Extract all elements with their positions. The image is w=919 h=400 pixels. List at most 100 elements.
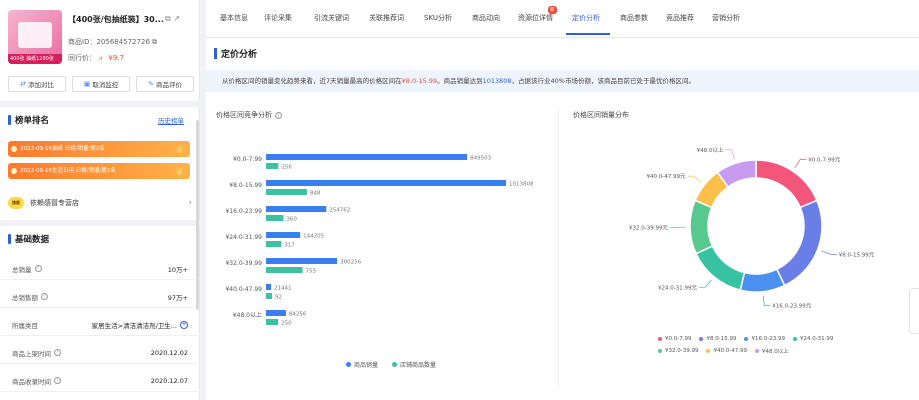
tab-competitor-recommend[interactable]: 竞品推荐 bbox=[666, 13, 694, 23]
pricing-analysis-panel: 定价分析 从价格区间的销量变化趋势来看，近7天销量最高的价格区间在¥8.0-15… bbox=[206, 38, 919, 400]
slice-leader-line bbox=[821, 250, 837, 255]
tab-reviews[interactable]: 评论采集 bbox=[264, 13, 292, 23]
bar-sales[interactable] bbox=[266, 206, 327, 212]
slice-leader-line bbox=[687, 175, 702, 183]
data-row-label: 总销售额 bbox=[12, 293, 38, 302]
ranking-bar[interactable]: 2022-09-16生活日用 日榜/销量/第2名 ♛ bbox=[8, 163, 190, 179]
donut-legend-item[interactable]: ¥16.0-23.99 bbox=[744, 336, 785, 342]
active-tab-indicator bbox=[566, 33, 610, 35]
bar-sales-value: 21441 bbox=[274, 286, 292, 292]
donut-slice[interactable] bbox=[755, 159, 818, 209]
product-sidebar: 400张 抽纸1280张 【400张/包抽纸装】30... ⧉ ↗ 商品ID：2… bbox=[0, 0, 200, 400]
bar-shops[interactable] bbox=[266, 267, 303, 273]
tab-sku-analysis[interactable]: SKU分析 bbox=[424, 13, 452, 23]
tab-related-keywords[interactable]: 关联推荐词 bbox=[369, 13, 404, 23]
category-label: ¥32.0-39.99 bbox=[225, 260, 262, 267]
sidebar-scrollbar[interactable] bbox=[196, 120, 199, 310]
legend-dot bbox=[706, 349, 711, 353]
tab-bar: 基本信息 评论采集 引流关键词 关联推荐词 SKU分析 商品动向 资源位详情 新… bbox=[206, 0, 919, 38]
donut-legend-item[interactable]: ¥32.0-39.99 bbox=[658, 347, 698, 355]
add-compare-button[interactable]: ⇄ 添加对比 bbox=[8, 76, 66, 92]
bar-sales[interactable] bbox=[266, 232, 301, 238]
product-image[interactable]: 400张 抽纸1280张 bbox=[8, 10, 62, 64]
summary-range: ¥8.0-15.99 bbox=[401, 77, 438, 85]
slice-label: ¥16.0-23.99元 bbox=[772, 303, 811, 310]
category-label: ¥16.0-23.99 bbox=[225, 208, 262, 215]
legend-item-sales[interactable]: 商品销量 bbox=[346, 360, 378, 369]
legend-label: 店铺商品数量 bbox=[400, 362, 437, 369]
bar-shops[interactable] bbox=[266, 293, 272, 299]
product-review-button[interactable]: ✎ 商品评价 bbox=[136, 76, 194, 92]
bar-shops[interactable] bbox=[266, 163, 279, 169]
product-id: 商品ID：205684572726 ⧉ bbox=[68, 37, 157, 47]
pricing-summary: 从价格区间的销量变化趋势来看，近7天销量最高的价格区间在¥8.0-15.99。商… bbox=[206, 70, 919, 92]
tab-pricing-analysis[interactable]: 定价分析 bbox=[572, 13, 600, 23]
bar-sales[interactable] bbox=[266, 154, 468, 160]
donut-legend-item[interactable]: ¥48.0以上 bbox=[754, 347, 789, 355]
product-image-ribbon: 400张 抽纸1280张 bbox=[8, 54, 62, 64]
floating-side-tool[interactable] bbox=[909, 288, 919, 334]
slice-label: ¥48.0以上 bbox=[697, 146, 724, 154]
trend-icon: ⩘ bbox=[98, 54, 103, 62]
donut-slice[interactable] bbox=[689, 199, 714, 255]
divider bbox=[0, 101, 200, 107]
bar-shops-value: 92 bbox=[275, 295, 282, 301]
tab-product-trend[interactable]: 商品动向 bbox=[472, 13, 500, 23]
cancel-monitor-label: 取消监控 bbox=[92, 81, 119, 89]
copy-icon[interactable]: ⧉ ↗ bbox=[165, 14, 180, 24]
donut-chart-title-text: 价格区间销量分布 bbox=[573, 111, 629, 119]
tab-traffic-keywords[interactable]: 引流关键词 bbox=[314, 13, 349, 23]
tab-product-params[interactable]: 商品参数 bbox=[620, 13, 648, 23]
summary-prefix: 从价格区间的销量变化趋势来看，近7天销量最高的价格区间在 bbox=[222, 77, 402, 85]
bar-sales[interactable] bbox=[266, 180, 506, 186]
category-label: ¥40.0-47.99 bbox=[225, 286, 262, 293]
help-icon[interactable]: ? bbox=[41, 293, 48, 300]
legend-label: 商品销量 bbox=[354, 362, 379, 369]
price-range-donut-chart: ¥0.0-7.99元 ¥8.0-15.99元 ¥16.0-23.99元 ¥24.0-3… bbox=[629, 146, 875, 310]
bar-sales-value: 84256 bbox=[289, 312, 307, 318]
tab-marketing-analysis[interactable]: 营销分析 bbox=[712, 13, 740, 23]
help-icon[interactable]: ? bbox=[34, 265, 42, 272]
copy-id-icon[interactable]: ⧉ bbox=[152, 38, 157, 46]
data-row-listed-date: 商品上架时间? 2020.12.02 bbox=[0, 342, 200, 364]
help-icon[interactable]: ? bbox=[54, 349, 61, 356]
data-row-label: 总销量 bbox=[12, 265, 32, 274]
donut-legend-item[interactable]: ¥8.0-15.99 bbox=[699, 336, 736, 342]
bar-sales[interactable] bbox=[266, 258, 338, 264]
divider bbox=[0, 220, 200, 226]
slice-leader-line bbox=[699, 279, 712, 289]
ranking-bar[interactable]: 2022-09-16抽纸 日榜/销量/第2名 ♛ bbox=[8, 141, 190, 157]
bar-shops[interactable] bbox=[266, 189, 307, 195]
bar-shops-value: 317 bbox=[284, 243, 295, 249]
chevron-right-icon: › bbox=[188, 198, 192, 208]
bar-shops[interactable] bbox=[266, 215, 284, 221]
donut-legend-item[interactable]: ¥0.0-7.99 bbox=[658, 336, 691, 342]
legend-item-shops[interactable]: 店铺商品数量 bbox=[392, 360, 436, 369]
legend-label: ¥40.0-47.99 bbox=[713, 348, 747, 354]
cancel-monitor-button[interactable]: ▣ 取消监控 bbox=[72, 76, 130, 92]
store-item[interactable]: 旗舰 依赖感冒专营店 › bbox=[8, 193, 192, 213]
data-row-value[interactable]: 家居生活>清洁清洁剂/卫生... bbox=[92, 320, 177, 330]
bar-sales[interactable] bbox=[266, 284, 272, 290]
product-title[interactable]: 【400张/包抽纸装】30... bbox=[68, 14, 164, 25]
donut-slice[interactable] bbox=[775, 199, 823, 287]
product-package-graphic bbox=[18, 22, 52, 48]
donut-slice[interactable] bbox=[695, 245, 746, 291]
slice-label: ¥24.0-31.99元 bbox=[658, 285, 697, 292]
bar-shops[interactable] bbox=[266, 241, 282, 247]
help-icon[interactable]: ? bbox=[54, 377, 61, 384]
history-ranking-link[interactable]: 历史榜单 bbox=[158, 115, 184, 125]
data-row-label: 商品收录时间 bbox=[12, 377, 51, 386]
bar-shops[interactable] bbox=[266, 319, 279, 325]
category-label: ¥48.0以上 bbox=[233, 311, 262, 319]
basic-data-title-text: 基础数据 bbox=[15, 235, 50, 245]
data-row-value: 2020.12.07 bbox=[150, 376, 188, 385]
bar-sales[interactable] bbox=[266, 310, 286, 316]
donut-legend-item[interactable]: ¥40.0-47.99 bbox=[706, 347, 747, 355]
tab-basic-info[interactable]: 基本信息 bbox=[220, 13, 248, 23]
expand-icon[interactable]: + bbox=[180, 320, 188, 329]
tab-resource-slot[interactable]: 资源位详情 bbox=[518, 13, 553, 23]
bar-sales-value: 300256 bbox=[340, 260, 361, 266]
donut-legend-item[interactable]: ¥24.0-31.99 bbox=[792, 336, 833, 342]
donut-slice[interactable] bbox=[739, 268, 786, 293]
